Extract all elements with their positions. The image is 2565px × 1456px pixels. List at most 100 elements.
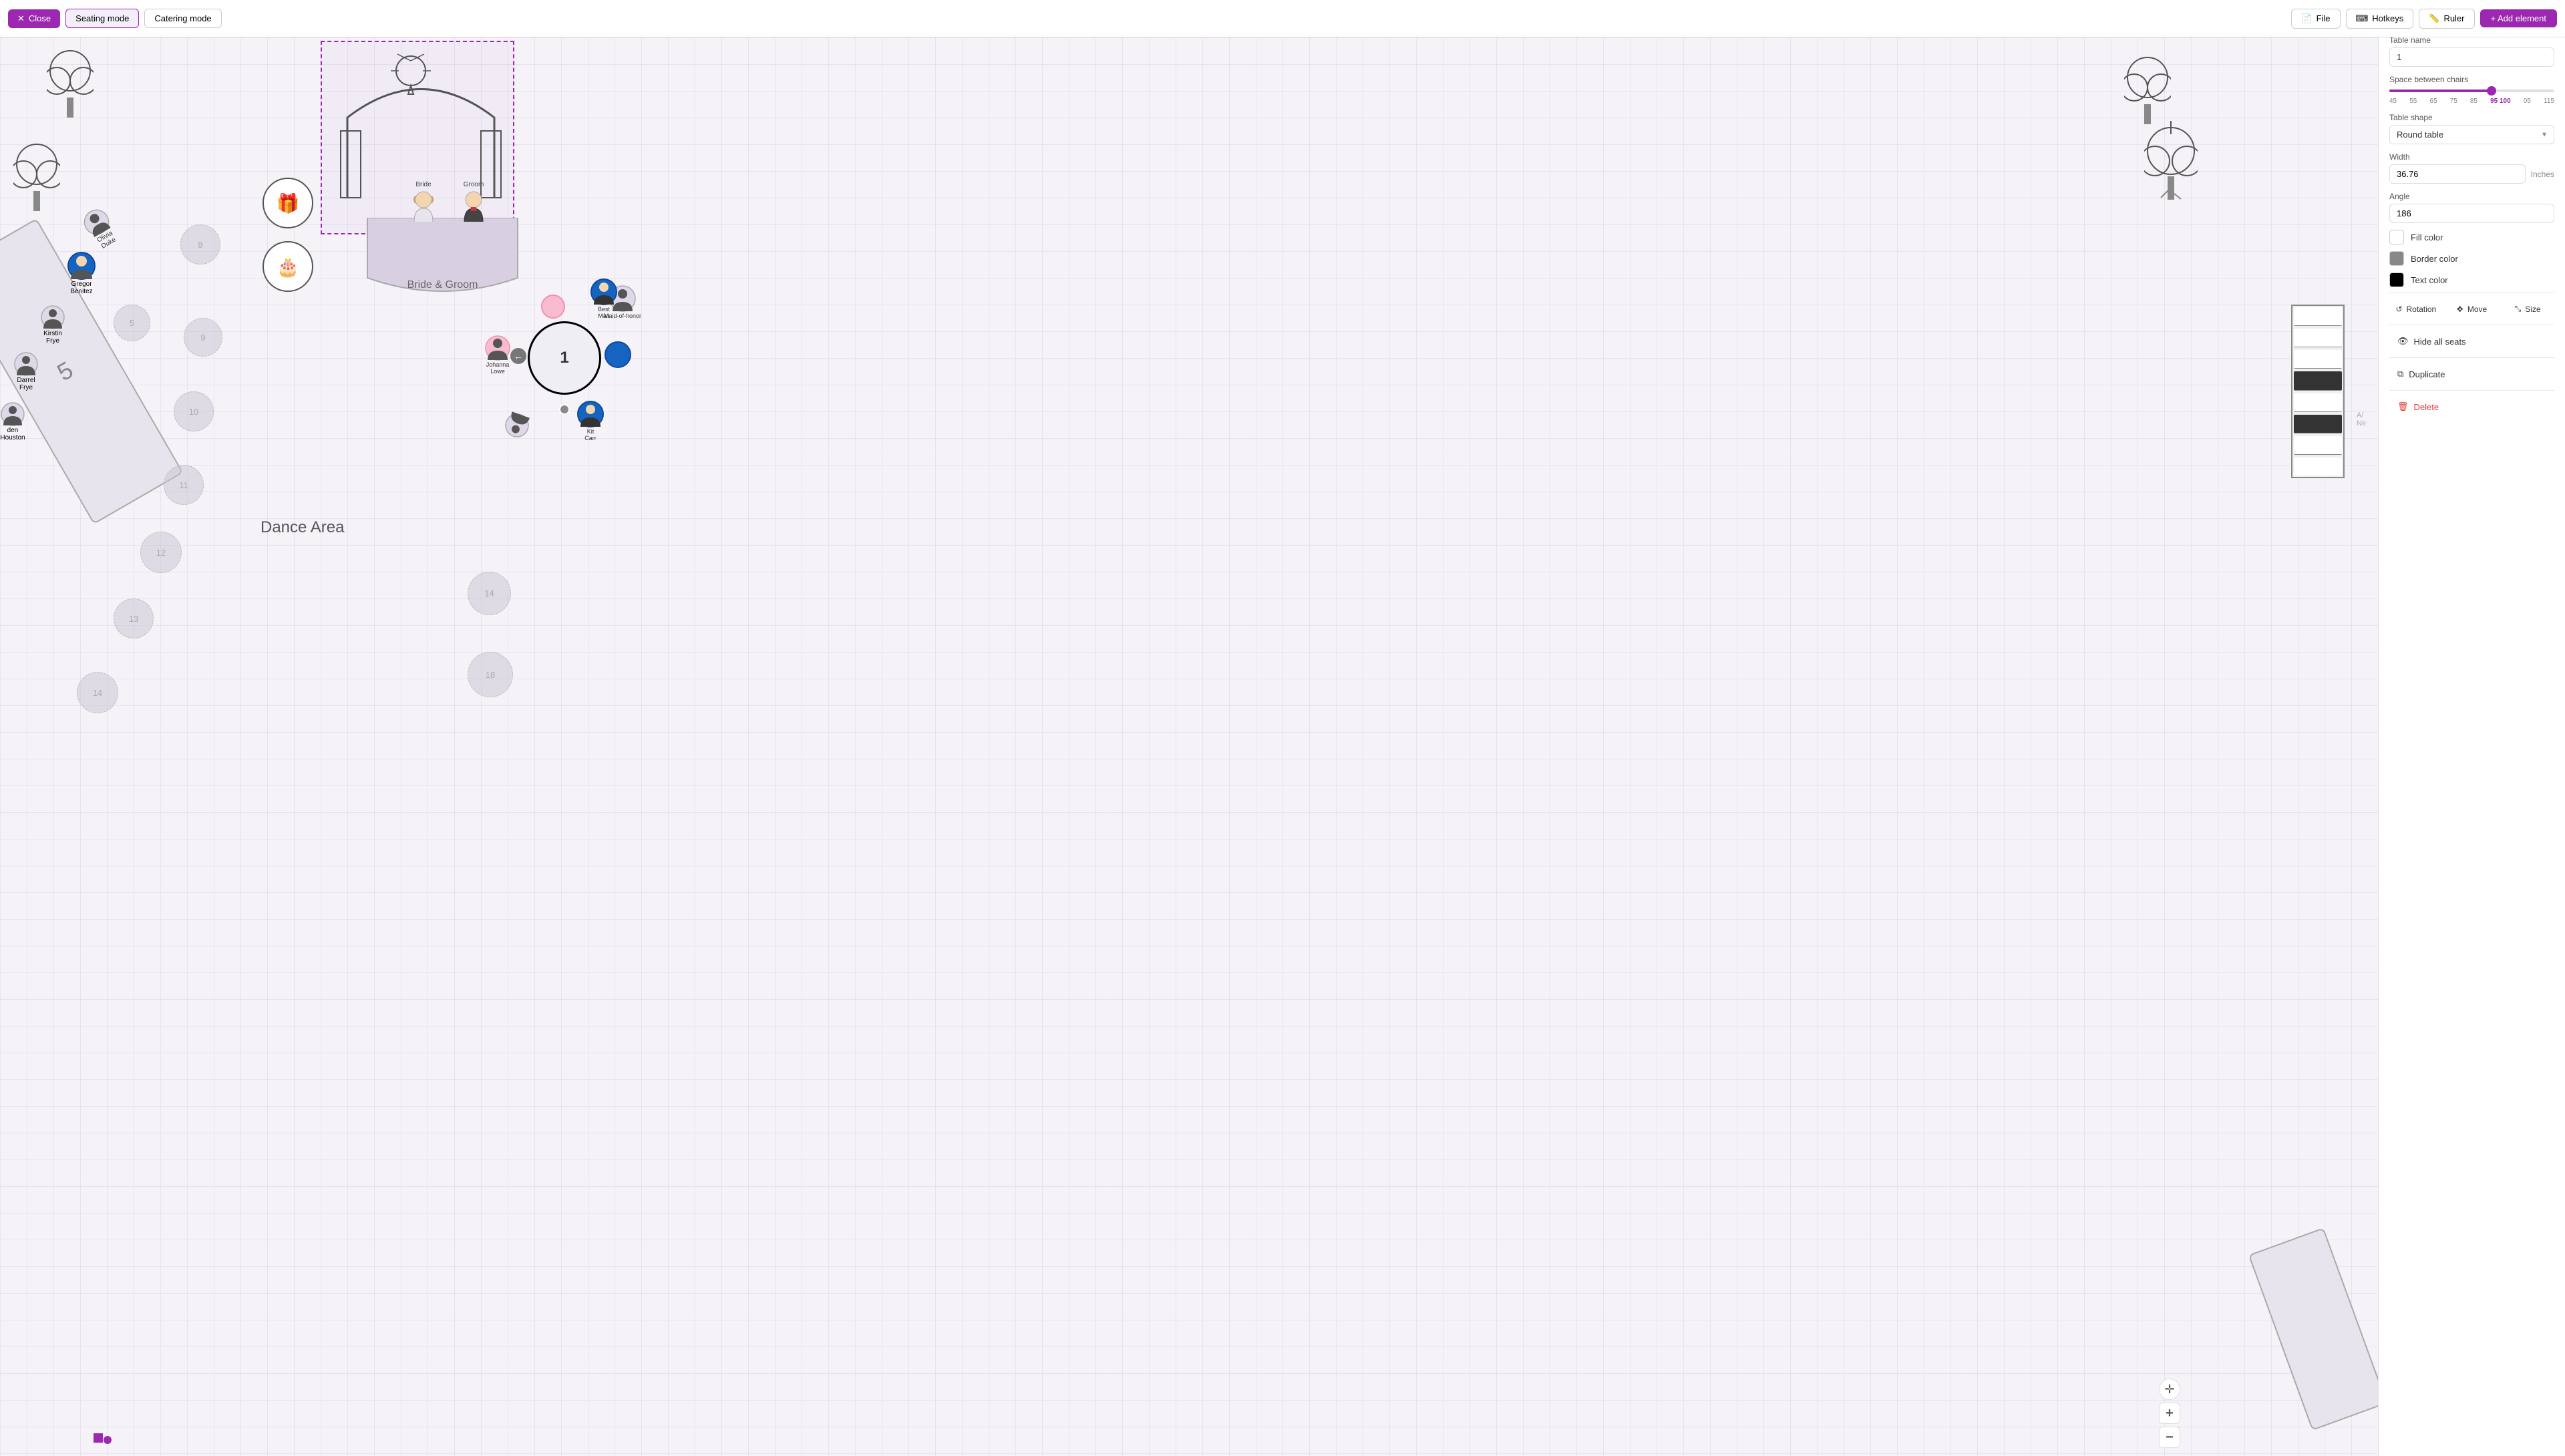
divider-3 [2389,357,2554,358]
table-1-number: 1 [560,349,568,367]
bride-figure: Bride [407,181,440,225]
seating-mode-button[interactable]: Seating mode [65,9,139,28]
ruler-label: Ruler [2443,13,2464,23]
table-1-selected[interactable]: 1 ← Maid-of-honor JohannaLowe [528,321,601,395]
file-button[interactable]: 📄 File [2291,9,2340,29]
catering-mode-button[interactable]: Catering mode [144,9,221,28]
canvas-area[interactable]: 🎁 🎂 Bride & Groom Bride Groom [0,37,2378,1456]
duplicate-label: Duplicate [2409,369,2445,379]
width-label: Width [2389,152,2554,162]
text-color-row: Text color [2389,272,2554,287]
space-between-chairs-label: Space between chairs [2389,75,2554,84]
zoom-in-button[interactable]: + [2159,1403,2180,1424]
hide-all-seats-button[interactable]: 👁 Hide all seats [2389,331,2554,352]
chair-right [605,341,631,368]
close-icon: ✕ [17,13,25,24]
rotation-icon: ↺ [2395,305,2402,314]
rotation-button[interactable]: ↺ Rotation [2389,299,2443,319]
width-unit: Inches [2531,170,2554,179]
border-color-label: Border color [2411,254,2458,264]
person-johanna: JohannaLowe [484,335,511,375]
tree-2 [47,44,94,128]
dance-area-label: Dance Area [261,518,344,537]
delete-button[interactable]: 🗑 Delete [2389,396,2554,417]
space-slider-container: 45 55 65 75 85 95 100 05 115 [2389,89,2554,105]
file-icon: 📄 [2301,13,2312,24]
slider-labels: 45 55 65 75 85 95 100 05 115 [2389,98,2554,105]
catering-mode-label: Catering mode [154,13,211,23]
table-circle-5: 5 [114,305,150,341]
table-circle-9: 9 [184,318,222,357]
table-shape-select[interactable]: Round table Square table Rectangle table [2389,125,2554,144]
table-circle-18: 18 [468,652,513,697]
space-slider-thumb[interactable] [2487,86,2496,96]
person-michele [501,409,534,442]
table-circle-12: 12 [140,532,182,573]
map-controls: ✛ + − [2159,1379,2180,1448]
table-5-number: 5 [52,356,77,387]
tree-1 [13,138,60,221]
table-circle-14: 14 [77,672,118,713]
duplicate-icon: ⧉ [2397,369,2403,379]
eye-icon: 👁 [2397,336,2409,347]
text-color-swatch[interactable] [2389,272,2404,287]
compass-icon[interactable]: ✛ [2159,1379,2180,1400]
partial-text: A/Ne [2357,411,2366,427]
table-bottom-right[interactable] [2248,1228,2378,1431]
groom-label: Groom [458,181,490,188]
person-gregor: GregorBenitez [67,251,96,295]
fill-color-label: Fill color [2411,232,2443,242]
move-label: Move [2467,305,2487,314]
table-shape-label: Table shape [2389,113,2554,122]
tree-4 [2144,118,2198,214]
ruler-button[interactable]: 📏 Ruler [2419,9,2474,29]
person-best-man: BestMan [590,278,618,319]
person-olivia: OliviaDuke [78,204,122,253]
add-element-button[interactable]: + Add element [2480,9,2557,27]
bride-label: Bride [407,181,440,188]
table-circle-8: 8 [180,224,220,264]
move-button[interactable]: ✥ Move [2445,299,2499,319]
table-name-input[interactable] [2389,47,2554,67]
right-panel: Table Table name Space between chairs 45… [2378,0,2565,1456]
toolbar-right: 📄 File ⌨ Hotkeys 📏 Ruler + Add element [2291,9,2557,29]
rotation-label: Rotation [2407,305,2437,314]
duplicate-button[interactable]: ⧉ Duplicate [2389,363,2554,385]
table-circle-11: 11 [164,465,204,505]
border-color-swatch[interactable] [2389,251,2404,266]
groom-figure: Groom [458,181,490,225]
fill-color-swatch[interactable] [2389,230,2404,244]
cake-icon: 🎂 [263,241,313,292]
bride-groom-label: Bride & Groom [407,279,478,291]
width-row: Inches [2389,164,2554,184]
bride-groom-table[interactable]: Bride & Groom Bride Groom [361,218,524,305]
size-button[interactable]: ⤡ Size [2501,299,2554,319]
size-icon: ⤡ [2515,304,2522,314]
hide-seats-label: Hide all seats [2414,337,2466,347]
person-darrel: DarrelFrye [13,351,39,391]
piano-element [2291,305,2345,478]
chair-top-left [541,295,565,319]
table-circle-10: 10 [174,391,214,431]
close-label: Close [29,13,51,23]
trash-icon: 🗑 [2397,401,2409,412]
rotation-dot[interactable] [559,404,570,415]
action-buttons-row: ↺ Rotation ✥ Move ⤡ Size [2389,299,2554,319]
delete-label: Delete [2414,402,2439,412]
space-slider-track[interactable] [2389,89,2554,92]
zoom-out-button[interactable]: − [2159,1427,2180,1448]
angle-input[interactable] [2389,204,2554,223]
person-kit: KitCarr [576,400,605,441]
hotkeys-label: Hotkeys [2372,13,2403,23]
space-slider-fill [2389,89,2492,92]
text-color-label: Text color [2411,275,2448,285]
toolbar: ✕ Close Seating mode Catering mode 📄 Fil… [0,0,2565,37]
width-input[interactable] [2389,164,2526,184]
add-element-label: + Add element [2491,13,2546,23]
annotation-dot [94,1433,103,1443]
hotkeys-button[interactable]: ⌨ Hotkeys [2346,9,2414,29]
close-button[interactable]: ✕ Close [8,9,60,28]
border-color-row: Border color [2389,251,2554,266]
rotation-handle[interactable]: ← [510,348,526,364]
seating-mode-label: Seating mode [75,13,129,23]
